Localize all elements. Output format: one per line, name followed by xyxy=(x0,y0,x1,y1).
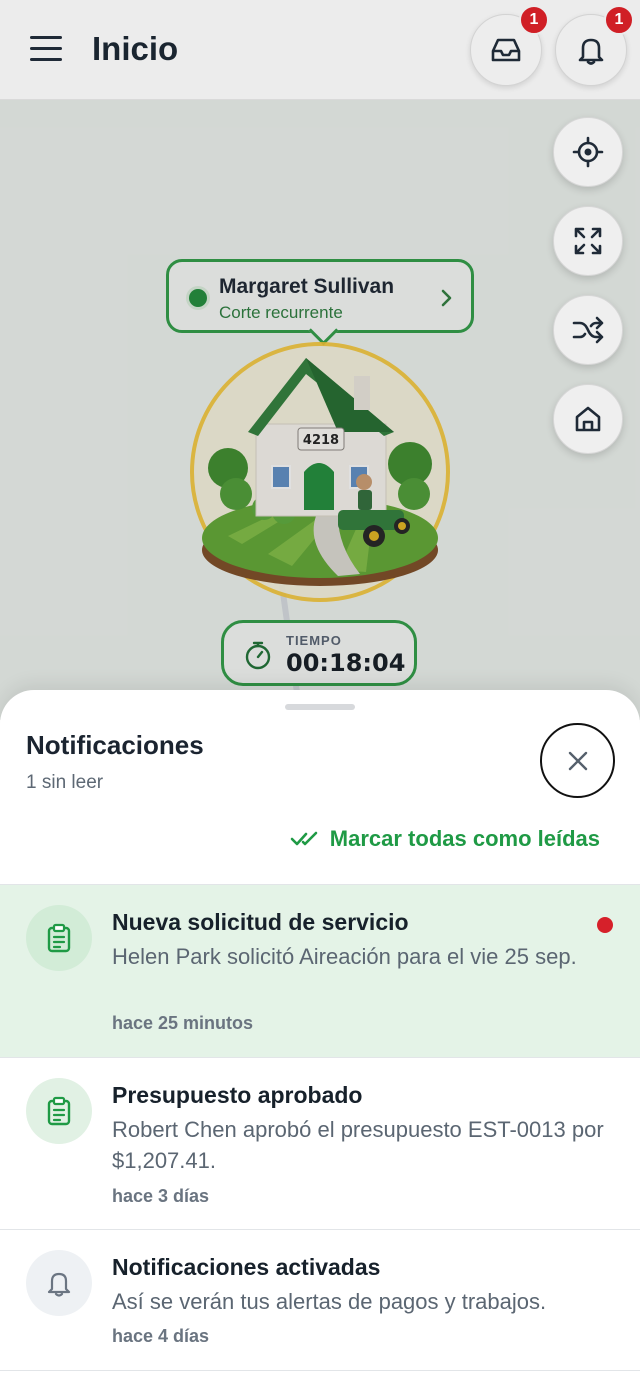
close-button[interactable] xyxy=(540,723,615,798)
inbox-icon xyxy=(491,38,521,62)
mark-all-read-button[interactable]: Marcar todas como leídas xyxy=(290,826,600,852)
shuffle-icon xyxy=(572,316,604,344)
clipboard-icon xyxy=(47,1096,71,1126)
crosshair-icon xyxy=(572,136,604,168)
map-overlay xyxy=(0,0,640,720)
expand-icon xyxy=(574,227,602,255)
bell-icon xyxy=(47,1272,71,1297)
notification-time: hace 4 días xyxy=(112,1326,210,1346)
notification-item[interactable]: Nueva solicitud de servicio Helen Park s… xyxy=(0,884,640,1057)
notification-icon xyxy=(26,905,92,971)
inbox-badge: 1 xyxy=(519,5,549,35)
notification-body: Robert Chen aprobó el presupuesto EST-00… xyxy=(112,1117,604,1173)
close-icon xyxy=(568,751,587,770)
inbox-button[interactable]: 1 xyxy=(470,5,549,86)
home-icon xyxy=(575,406,601,432)
top-app-bar: Inicio 1 1 xyxy=(0,0,640,100)
unread-dot xyxy=(597,917,613,933)
clipboard-icon xyxy=(47,923,71,953)
notification-body: Así se verán tus alertas de pagos y trab… xyxy=(112,1289,547,1314)
sheet-title: Notificaciones xyxy=(26,730,204,760)
notification-time: hace 25 minutos xyxy=(112,1013,254,1033)
notification-title: Nueva solicitud de servicio xyxy=(112,909,409,935)
notification-time: hace 3 días xyxy=(112,1186,210,1206)
unread-count: 1 sin leer xyxy=(26,772,104,793)
mark-all-read-label: Marcar todas como leídas xyxy=(329,826,600,851)
notification-icon xyxy=(26,1078,92,1144)
notification-item[interactable]: Notificaciones activadas Así se verán tu… xyxy=(0,1229,640,1371)
notifications-sheet: Notificaciones 1 sin leer Marcar todas c… xyxy=(0,690,640,1385)
notification-title: Presupuesto aprobado xyxy=(112,1082,363,1108)
fit-bounds-button[interactable] xyxy=(553,206,623,276)
home-button[interactable] xyxy=(553,384,623,454)
notification-body: Helen Park solicitó Aireación para el vi… xyxy=(112,944,577,969)
notification-title: Notificaciones activadas xyxy=(112,1254,381,1280)
notifications-button[interactable]: 1 xyxy=(555,5,634,86)
double-check-icon xyxy=(290,831,318,846)
notification-icon xyxy=(26,1250,92,1316)
notification-item[interactable]: Presupuesto aprobado Robert Chen aprobó … xyxy=(0,1057,640,1229)
shuffle-route-button[interactable] xyxy=(553,295,623,365)
hamburger-menu-icon[interactable] xyxy=(30,34,62,64)
notifications-badge: 1 xyxy=(604,5,634,35)
sheet-drag-handle[interactable] xyxy=(285,704,355,710)
page-title: Inicio xyxy=(92,30,179,67)
bell-icon xyxy=(578,38,604,65)
locate-button[interactable] xyxy=(553,117,623,187)
